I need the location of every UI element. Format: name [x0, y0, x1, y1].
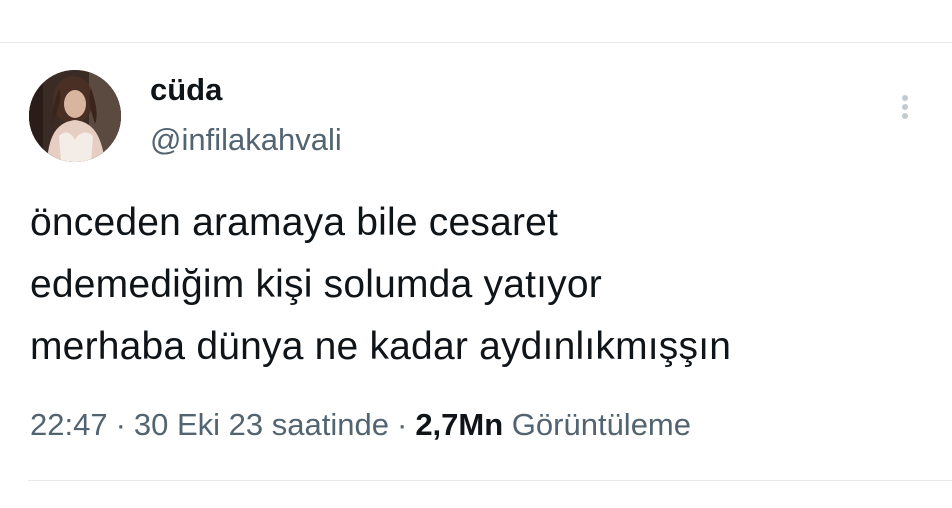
tweet-text: önceden aramaya bile cesaret edemediğim … — [30, 192, 930, 378]
more-vertical-icon[interactable] — [890, 92, 920, 128]
tweet-date[interactable]: 30 Eki 23 saatinde — [134, 407, 389, 442]
views-count: 2,7Mn — [415, 407, 504, 442]
avatar[interactable] — [29, 70, 121, 162]
author-handle[interactable]: @infilakahvali — [150, 121, 342, 159]
tweet-meta: 22:47 · 30 Eki 23 saatinde · 2,7Mn Görüntüle… — [30, 405, 691, 445]
tweet-text-line: önceden aramaya bile cesaret — [30, 201, 559, 244]
more-dot — [902, 104, 908, 110]
author-display-name[interactable]: cüda — [150, 71, 222, 109]
more-dot — [902, 95, 908, 101]
bottom-divider — [28, 480, 952, 481]
more-dot — [902, 113, 908, 119]
tweet-text-line: merhaba dünya ne kadar aydınlıkmışşın — [30, 325, 732, 368]
tweet-card[interactable]: cüda @infilakahvali önceden aramaya bile… — [0, 43, 952, 480]
views-label: Görüntüleme — [511, 407, 692, 442]
tweet-text-line: edemediğim kişi solumda yatıyor — [30, 263, 602, 306]
avatar-photo — [29, 70, 121, 162]
tweet-time[interactable]: 22:47 — [30, 407, 108, 442]
meta-separator: · — [115, 407, 126, 442]
meta-separator: · — [396, 407, 408, 442]
